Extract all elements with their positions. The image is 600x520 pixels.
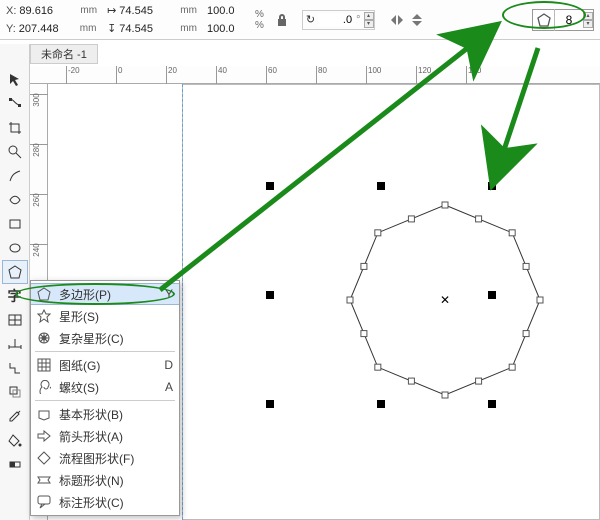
polygon-sides-field[interactable]: ▴▾ <box>532 9 594 31</box>
freehand-tool[interactable] <box>2 164 28 188</box>
rotate-icon: ↻ <box>303 13 318 26</box>
lock-ratio-button[interactable] <box>272 10 292 30</box>
object-property-bar: X: mm Y: mm ↦ mm ↧ mm % % <box>0 0 600 40</box>
flyout-item-label: 标注形状(C) <box>59 494 167 511</box>
flyout-item-label: 星形(S) <box>59 308 167 325</box>
ruler-tick: 300 <box>30 94 48 104</box>
x-label: X: <box>6 5 16 17</box>
flyout-item[interactable]: 螺纹(S) A <box>31 376 179 398</box>
y-label: Y: <box>6 23 16 35</box>
mirror-horizontal-button[interactable] <box>387 10 407 30</box>
effects-tool[interactable] <box>2 380 28 404</box>
ruler-tick: 140 <box>466 66 481 84</box>
ruler-tick: 120 <box>416 66 431 84</box>
flyout-item-shortcut: Y <box>165 287 173 301</box>
flyout-item-label: 流程图形状(F) <box>59 450 167 467</box>
flyout-item[interactable]: 箭头形状(A) <box>31 425 179 447</box>
pentagon-icon <box>533 9 555 31</box>
sides-spinner[interactable]: ▴▾ <box>583 12 593 28</box>
grid-icon <box>35 356 53 374</box>
flyout-item-label: 标题形状(N) <box>59 472 167 489</box>
connector-tool[interactable] <box>2 356 28 380</box>
pick-tool[interactable] <box>2 68 28 92</box>
ruler-tick: 20 <box>166 66 177 84</box>
fill-tool[interactable] <box>2 428 28 452</box>
basic-shapes-icon <box>35 405 53 423</box>
banner-shapes-icon <box>35 471 53 489</box>
flowchart-shapes-icon <box>35 449 53 467</box>
ruler-tick: 80 <box>316 66 327 84</box>
table-tool[interactable] <box>2 308 28 332</box>
flyout-item[interactable]: 流程图形状(F) <box>31 447 179 469</box>
crop-tool[interactable] <box>2 116 28 140</box>
height-icon: ↧ <box>107 22 116 35</box>
shape-tool[interactable] <box>2 92 28 116</box>
eyedropper-tool[interactable] <box>2 404 28 428</box>
ruler-tick: -20 <box>66 66 80 84</box>
flyout-item[interactable]: 标题形状(N) <box>31 469 179 491</box>
ruler-tick: 40 <box>216 66 227 84</box>
position-group: X: mm Y: mm <box>6 2 97 38</box>
flyout-item-label: 螺纹(S) <box>59 379 159 396</box>
callout-shapes-icon <box>35 493 53 511</box>
ruler-tick: 280 <box>30 144 48 154</box>
rotation-field[interactable]: ↻ ° ▴▾ <box>302 10 375 30</box>
polygon-tool-flyout[interactable]: 多边形(P) Y 星形(S) 复杂星形(C) 图纸(G) D 螺纹(S) A 基本形状(B) 箭头… <box>30 280 180 516</box>
flyout-item-shortcut: A <box>165 380 173 394</box>
complex-star-icon <box>35 329 53 347</box>
arrow-shapes-icon <box>35 427 53 445</box>
polygon-sides-input[interactable] <box>555 13 583 27</box>
flyout-item[interactable]: 多边形(P) Y <box>31 283 179 305</box>
width-icon: ↦ <box>107 4 116 17</box>
y-input[interactable] <box>19 23 77 35</box>
mirror-vertical-button[interactable] <box>407 10 427 30</box>
flyout-item-label: 基本形状(B) <box>59 406 167 423</box>
ruler-tick: 60 <box>266 66 277 84</box>
rectangle-tool[interactable] <box>2 212 28 236</box>
document-tab[interactable]: 未命名 -1 <box>30 44 98 64</box>
rotation-spinner[interactable]: ▴▾ <box>364 12 374 28</box>
flyout-item[interactable]: 标注形状(C) <box>31 491 179 513</box>
flyout-item[interactable]: 复杂星形(C) <box>31 327 179 349</box>
zoom-tool[interactable] <box>2 140 28 164</box>
ruler-horizontal[interactable]: -20 0 20 40 60 80 100 120 140 <box>30 66 600 84</box>
ellipse-tool[interactable] <box>2 236 28 260</box>
polygon-tool[interactable] <box>2 260 28 284</box>
rotation-input[interactable] <box>318 14 356 26</box>
ruler-tick: 0 <box>116 66 122 84</box>
flyout-item-label: 复杂星形(C) <box>59 330 167 347</box>
spiral-icon <box>35 378 53 396</box>
flyout-item[interactable]: 图纸(G) D <box>31 354 179 376</box>
artistic-media-tool[interactable] <box>2 188 28 212</box>
ruler-tick: 240 <box>30 244 48 254</box>
scale-group <box>207 2 245 38</box>
pentagon-icon <box>35 285 53 303</box>
ruler-tick: 260 <box>30 194 48 204</box>
dimension-tool[interactable] <box>2 332 28 356</box>
width-input[interactable] <box>119 5 177 17</box>
star-icon <box>35 307 53 325</box>
flyout-item-label: 图纸(G) <box>59 357 158 374</box>
text-tool[interactable]: 字 <box>2 284 28 308</box>
flyout-item[interactable]: 基本形状(B) <box>31 403 179 425</box>
toolbox: 字 <box>0 44 30 520</box>
size-group: ↦ mm ↧ mm <box>107 2 197 38</box>
x-input[interactable] <box>19 5 77 17</box>
flyout-item[interactable]: 星形(S) <box>31 305 179 327</box>
flyout-item-label: 箭头形状(A) <box>59 428 167 445</box>
scale-x-input[interactable] <box>207 5 245 17</box>
scale-y-input[interactable] <box>207 23 245 35</box>
ruler-tick: 100 <box>366 66 381 84</box>
flyout-item-shortcut: D <box>164 358 173 372</box>
svg-text:✕: ✕ <box>440 293 450 307</box>
flyout-item-label: 多边形(P) <box>59 286 159 303</box>
height-input[interactable] <box>119 23 177 35</box>
interactive-fill-tool[interactable] <box>2 452 28 476</box>
